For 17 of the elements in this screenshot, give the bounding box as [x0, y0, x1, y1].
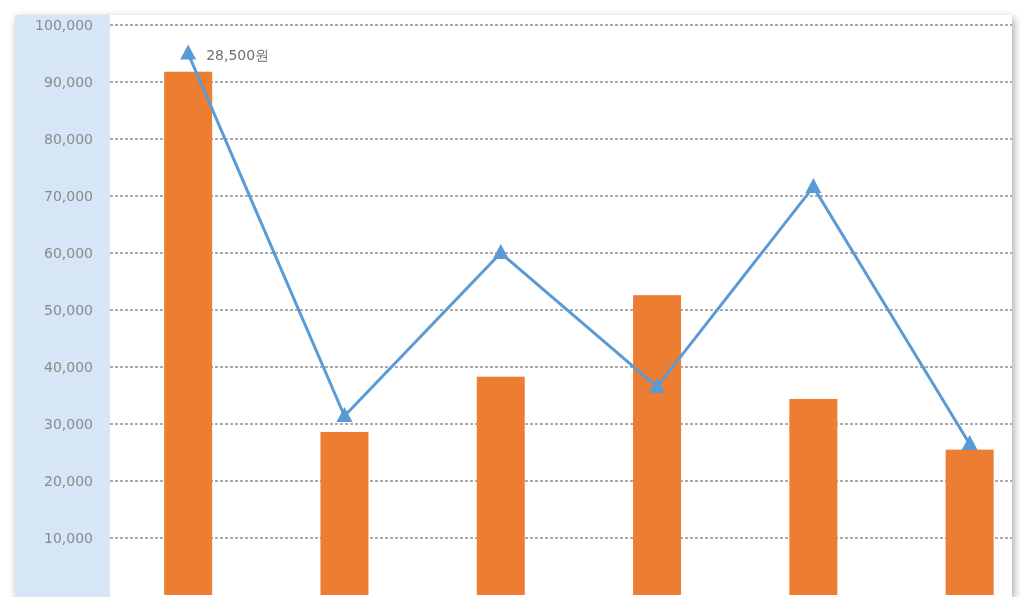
- triangle-marker: [492, 244, 509, 259]
- axis-label: 80,000: [44, 131, 93, 147]
- triangle-marker: [961, 434, 978, 450]
- data-label: 28,500원: [206, 46, 270, 63]
- axis-label: 10,000: [44, 530, 93, 546]
- axis-label: 50,000: [44, 302, 93, 318]
- axis-label: 60,000: [44, 245, 93, 261]
- triangle-marker: [180, 44, 197, 60]
- axis-label: 100,000: [35, 17, 93, 33]
- triangle-marker: [336, 407, 353, 422]
- axis-label: 90,000: [44, 74, 93, 90]
- triangle-marker: [805, 177, 822, 193]
- axis-label: 20,000: [44, 473, 93, 489]
- triangle-marker: [649, 377, 666, 393]
- axis-label: 70,000: [44, 188, 93, 204]
- axis-label: 30,000: [44, 416, 93, 432]
- axis-label: 40,000: [44, 359, 93, 375]
